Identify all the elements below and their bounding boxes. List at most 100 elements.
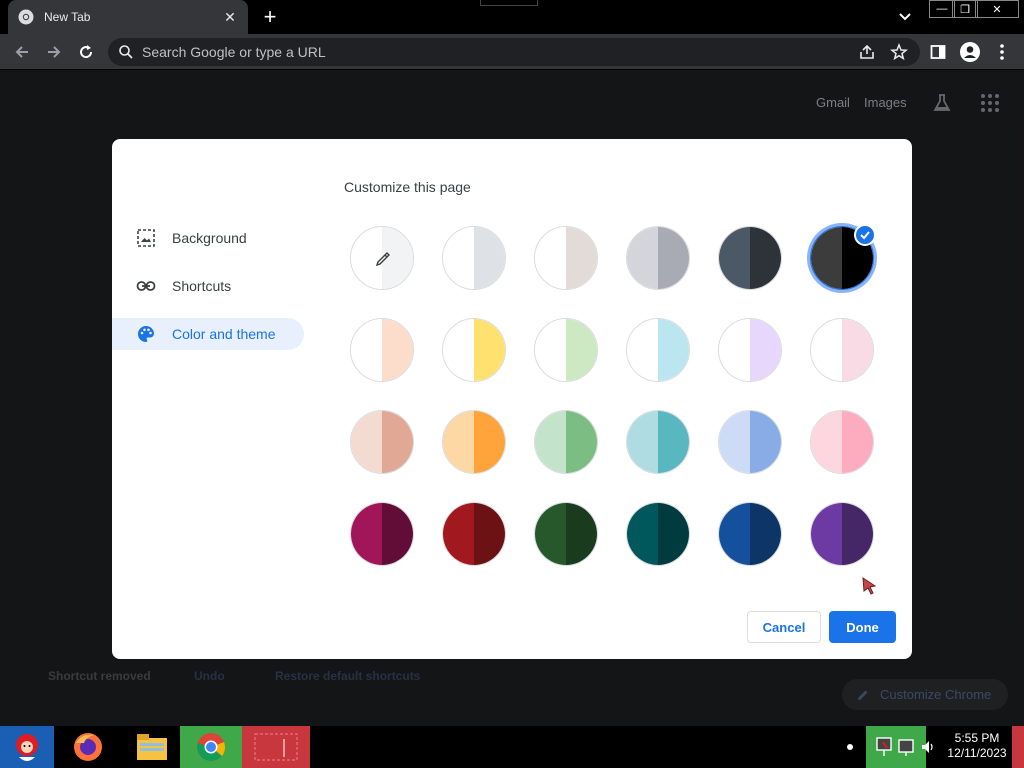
theme-swatch-dark-green[interactable] bbox=[534, 502, 598, 566]
sidebar-item-background[interactable]: Background bbox=[112, 222, 304, 254]
theme-swatch-beige-white[interactable] bbox=[350, 318, 414, 382]
theme-swatch-dark-blue[interactable] bbox=[718, 502, 782, 566]
theme-swatch-beige[interactable] bbox=[350, 410, 414, 474]
taskbar-firefox[interactable] bbox=[66, 726, 110, 768]
theme-swatch-purple[interactable] bbox=[810, 502, 874, 566]
side-panel-button[interactable] bbox=[926, 40, 950, 64]
swatch-left-half bbox=[719, 411, 750, 473]
theme-swatch-default-light[interactable] bbox=[442, 226, 506, 290]
side-panel-icon bbox=[930, 45, 946, 59]
theme-swatch-midnight-blue[interactable] bbox=[718, 226, 782, 290]
theme-swatch-orange[interactable] bbox=[442, 410, 506, 474]
theme-swatch-light-purple-white[interactable] bbox=[718, 318, 782, 382]
omnibox-input[interactable] bbox=[142, 44, 822, 60]
swatch-left-half bbox=[443, 227, 474, 289]
share-icon[interactable] bbox=[858, 43, 876, 61]
profile-avatar-icon bbox=[960, 42, 980, 62]
taskbar: 5:55 PM 12/11/2023 bbox=[0, 726, 1024, 768]
tab-search-chevron-icon[interactable] bbox=[896, 8, 914, 26]
swatch-left-half bbox=[443, 503, 474, 565]
swatch-left-half bbox=[811, 227, 842, 289]
clock-time: 5:55 PM bbox=[954, 731, 1000, 745]
theme-swatch-light-teal-white[interactable] bbox=[626, 318, 690, 382]
swatch-right-half bbox=[750, 227, 781, 289]
address-bar[interactable] bbox=[108, 38, 920, 66]
tray-dot-icon bbox=[844, 726, 856, 768]
theme-swatch-light-teal[interactable] bbox=[626, 410, 690, 474]
swatch-right-half bbox=[382, 411, 413, 473]
swatch-right-half bbox=[658, 503, 689, 565]
window-drag-area[interactable] bbox=[480, 0, 538, 6]
chrome-icon bbox=[18, 9, 34, 25]
eyedropper-icon bbox=[375, 252, 390, 267]
swatch-right-half bbox=[566, 319, 597, 381]
volume-icon bbox=[922, 741, 933, 753]
sidebar-item-color-and-theme[interactable]: Color and theme bbox=[112, 318, 304, 350]
start-button[interactable] bbox=[0, 726, 54, 768]
palette-icon bbox=[138, 326, 154, 342]
sidebar-item-label: Color and theme bbox=[172, 326, 276, 342]
theme-swatch-warm-grey[interactable] bbox=[534, 226, 598, 290]
sidebar-item-label: Background bbox=[172, 230, 247, 246]
theme-swatch-dark-pink[interactable] bbox=[350, 502, 414, 566]
swatch-left-half bbox=[351, 411, 382, 473]
forward-button[interactable] bbox=[42, 40, 66, 64]
chrome-icon bbox=[197, 733, 226, 761]
theme-swatch-light-blue[interactable] bbox=[718, 410, 782, 474]
bookmark-star-icon[interactable] bbox=[890, 43, 908, 61]
clock-date: 12/11/2023 bbox=[947, 746, 1007, 760]
swatch-left-half bbox=[535, 503, 566, 565]
theme-swatch-pink-white[interactable] bbox=[810, 318, 874, 382]
taskbar-chrome[interactable] bbox=[180, 726, 242, 768]
mouse-cursor-icon bbox=[862, 577, 877, 595]
swatch-left-half bbox=[627, 411, 658, 473]
swatch-right-half bbox=[474, 319, 505, 381]
taskbar-file-explorer[interactable] bbox=[130, 726, 174, 768]
profile-button[interactable] bbox=[958, 40, 982, 64]
swatch-right-half bbox=[658, 227, 689, 289]
swatch-right-half bbox=[566, 503, 597, 565]
tray-clock[interactable]: 5:55 PM 12/11/2023 bbox=[940, 731, 1014, 761]
tab-close-icon[interactable]: ✕ bbox=[222, 9, 238, 25]
theme-swatch-light-green[interactable] bbox=[534, 410, 598, 474]
image-icon bbox=[137, 229, 155, 247]
swatch-right-half bbox=[566, 411, 597, 473]
done-button[interactable]: Done bbox=[829, 611, 896, 643]
chrome-menu-button[interactable] bbox=[990, 40, 1014, 64]
customize-dialog: Customize this page Background Shortcuts… bbox=[112, 139, 912, 659]
tab-title: New Tab bbox=[44, 10, 91, 24]
swatch-left-half bbox=[811, 319, 842, 381]
swatch-right-half bbox=[658, 411, 689, 473]
cancel-button[interactable]: Cancel bbox=[747, 611, 821, 643]
theme-swatch-green-white[interactable] bbox=[534, 318, 598, 382]
swatch-right-half bbox=[658, 319, 689, 381]
firefox-icon bbox=[74, 733, 102, 761]
back-button[interactable] bbox=[10, 40, 34, 64]
theme-swatch-yellow-white[interactable] bbox=[442, 318, 506, 382]
swatch-right-half bbox=[750, 319, 781, 381]
sidebar-item-shortcuts[interactable]: Shortcuts bbox=[112, 270, 304, 302]
show-desktop-button[interactable] bbox=[1012, 726, 1024, 768]
swatch-right-half bbox=[750, 411, 781, 473]
browser-toolbar bbox=[0, 34, 1024, 70]
theme-swatch-dark-teal[interactable] bbox=[626, 502, 690, 566]
theme-swatch-light-pink[interactable] bbox=[810, 410, 874, 474]
link-icon bbox=[136, 281, 156, 291]
tray-volume-icon[interactable] bbox=[918, 726, 938, 768]
theme-swatch-cool-grey[interactable] bbox=[626, 226, 690, 290]
swatch-right-half bbox=[842, 411, 873, 473]
taskbar-window-thumbnail[interactable] bbox=[242, 726, 310, 768]
reload-button[interactable] bbox=[74, 40, 98, 64]
dialog-title: Customize this page bbox=[344, 179, 471, 195]
swatch-left-half bbox=[351, 503, 382, 565]
tray-network-icon[interactable] bbox=[866, 726, 926, 768]
new-tab-button[interactable]: + bbox=[258, 6, 282, 30]
tab-new-tab[interactable]: New Tab ✕ bbox=[8, 0, 248, 34]
theme-swatch-dark-red[interactable] bbox=[442, 502, 506, 566]
window-close-button[interactable]: ✕ bbox=[975, 0, 1019, 18]
start-logo-icon bbox=[16, 734, 38, 761]
sidebar-item-label: Shortcuts bbox=[172, 278, 232, 294]
theme-swatch-custom-color-picker[interactable] bbox=[350, 226, 414, 290]
swatch-right-half bbox=[842, 503, 873, 565]
swatch-right-half bbox=[750, 503, 781, 565]
